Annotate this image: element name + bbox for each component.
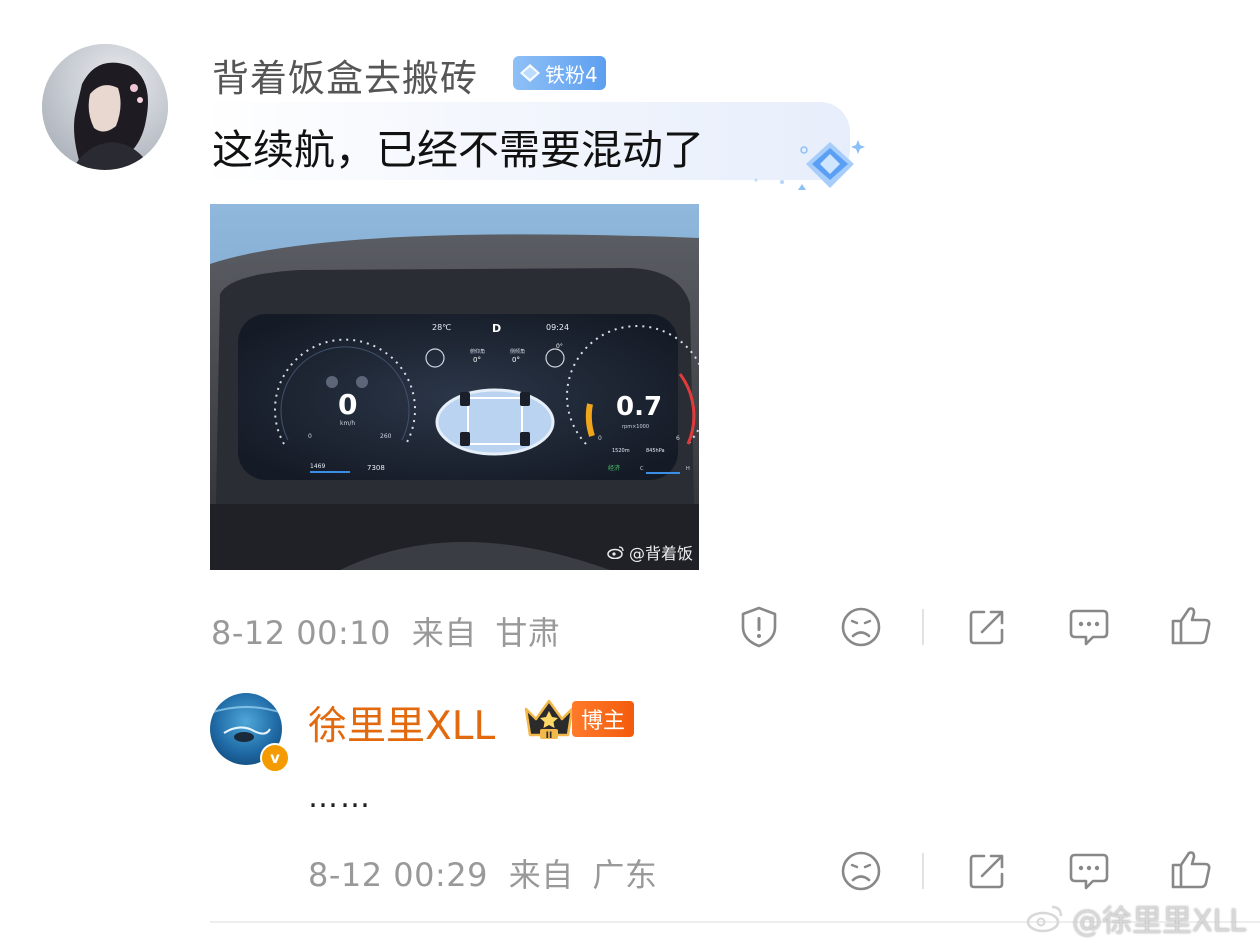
fan-level-badge: 铁粉4 <box>513 56 606 90</box>
crown-level: II <box>546 731 553 741</box>
comment-meta: 8-12 00:10 来自 甘肃 <box>211 608 560 654</box>
comment-text: 这续航，已经不需要混动了 <box>212 126 704 174</box>
reply-from-label: 来自 <box>508 856 574 894</box>
commenter-avatar[interactable] <box>42 44 168 170</box>
comment-location: 甘肃 <box>495 614 561 652</box>
reply-comment-button[interactable] <box>1066 848 1112 894</box>
dash-temp-h: H <box>686 466 690 472</box>
comment-image[interactable]: 28℃ D 09:24 0 km/h 0 260 1469 7308 俯仰角 0… <box>210 204 699 570</box>
blogger-badge: 博主 <box>572 701 635 737</box>
reply-location: 广东 <box>592 856 658 894</box>
dash-rpm: 0.7 <box>616 392 662 422</box>
dash-eco: 经济 <box>608 464 620 472</box>
reply-meta: 8-12 00:29 来自 广东 <box>308 850 657 896</box>
report-button[interactable] <box>736 604 782 650</box>
comment-date: 8-12 00:10 <box>211 614 392 652</box>
verified-badge: v <box>260 743 290 773</box>
weibo-logo-icon <box>607 546 624 559</box>
reply-text: …… <box>308 780 372 815</box>
comment-from-label: 来自 <box>411 614 477 652</box>
dash-temp-c: C <box>640 466 644 472</box>
action-divider <box>922 609 924 645</box>
comment-icon <box>1069 853 1109 890</box>
reply-date: 8-12 00:29 <box>308 856 489 894</box>
fan-badge-label: 铁粉4 <box>545 62 598 87</box>
dash-speed: 0 <box>338 388 357 421</box>
weibo-logo-icon <box>1026 905 1063 933</box>
diamond-icon <box>520 64 540 82</box>
dash-speed-unit: km/h <box>340 420 355 427</box>
reply-action-divider <box>922 853 924 889</box>
bubble-diamond-icon <box>754 140 865 190</box>
dash-time: 09:24 <box>546 323 569 332</box>
dash-temperature: 28℃ <box>432 323 451 332</box>
reply-button[interactable] <box>1066 604 1112 650</box>
dislike-button[interactable] <box>838 604 884 650</box>
dislike-icon <box>841 607 881 647</box>
share-icon <box>969 854 1004 889</box>
report-icon <box>741 606 777 648</box>
reply-dislike-button[interactable] <box>838 848 884 894</box>
image-watermark-text: @背着饭 <box>628 544 693 563</box>
dash-rpm-unit: rpm×1000 <box>622 424 649 430</box>
dash-rpm-min: 0 <box>598 435 602 442</box>
crown-icon: II <box>524 699 574 741</box>
dash-odometer: 7308 <box>367 464 385 472</box>
like-button[interactable] <box>1168 602 1214 648</box>
comment-icon <box>1069 609 1109 646</box>
share-button[interactable] <box>964 604 1010 650</box>
dislike-icon <box>841 851 881 891</box>
reply-username[interactable]: 徐里里XLL <box>308 695 495 751</box>
commenter-username[interactable]: 背着饭盒去搬砖 <box>212 48 478 102</box>
dash-range: 1469 <box>310 463 325 470</box>
image-watermark: @背着饭 <box>607 540 693 564</box>
dash-roll-value: 0° <box>512 356 520 364</box>
dash-gear: D <box>492 322 501 335</box>
like-icon <box>1171 607 1211 645</box>
dash-altitude: 1520m <box>612 448 630 454</box>
dash-pressure: 845hPa <box>646 448 665 454</box>
dash-speed-max: 260 <box>380 433 392 440</box>
dash-speed-min: 0 <box>308 433 312 440</box>
reply-like-button[interactable] <box>1168 846 1214 892</box>
dash-rpm-max: 6 <box>676 435 680 442</box>
reply-share-button[interactable] <box>964 848 1010 894</box>
page-watermark-text: @徐里里XLL <box>1072 904 1246 939</box>
dash-pitch-label: 俯仰角 <box>470 348 485 355</box>
share-icon <box>969 610 1004 645</box>
page-watermark: @徐里里XLL <box>1026 896 1246 940</box>
like-icon <box>1171 851 1211 889</box>
dash-roll-label: 侧倾角 <box>510 348 525 355</box>
dash-pitch-value: 0° <box>473 356 481 364</box>
